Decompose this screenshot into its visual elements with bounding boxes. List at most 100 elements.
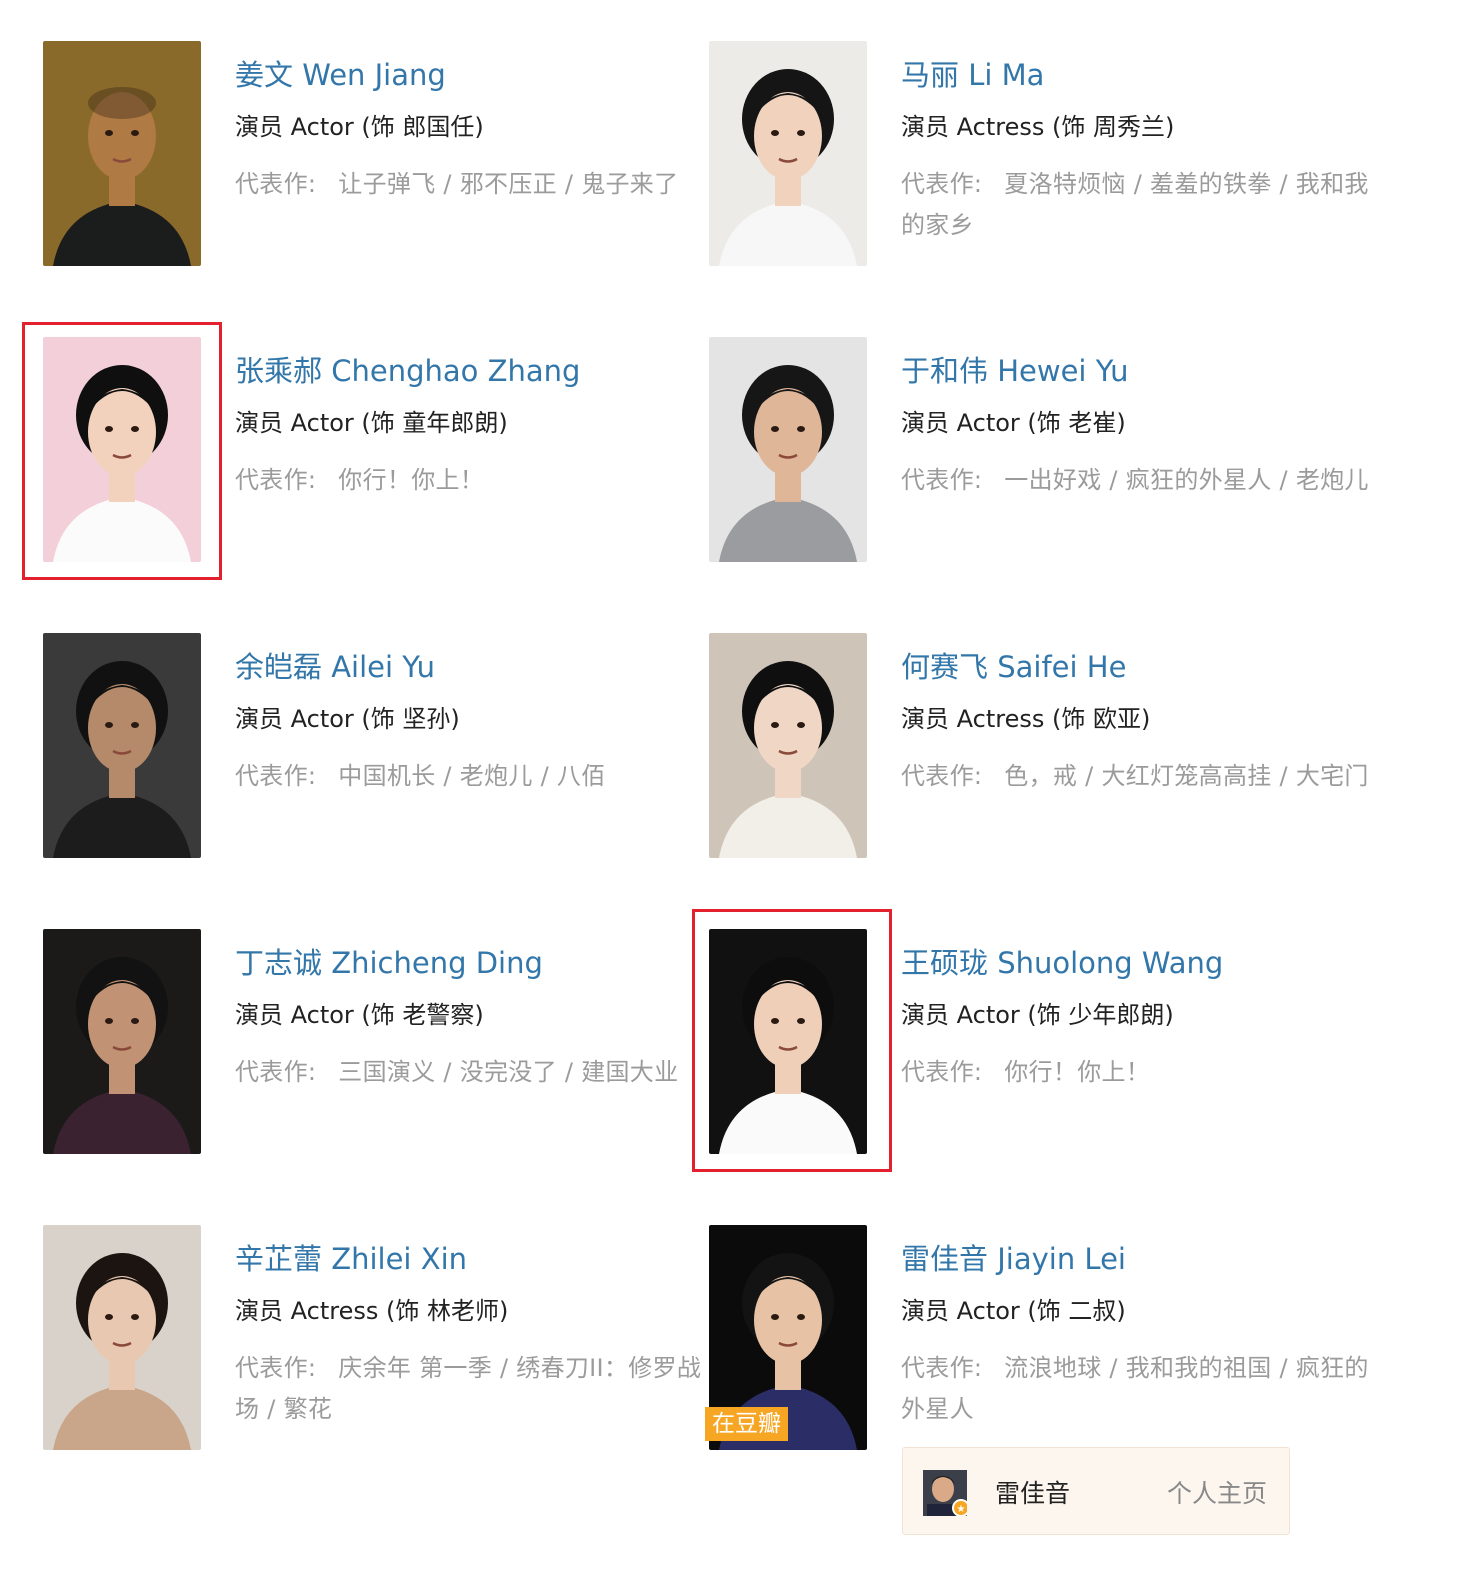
representative-works: 代表作: 中国机长 / 老炮儿 / 八佰 <box>235 756 713 797</box>
work-link[interactable]: 一出好戏 <box>1004 466 1101 494</box>
cast-card-hewei-yu: 于和伟 Hewei Yu 演员 Actor (饰 老崔) 代表作: 一出好戏 / 疯狂… <box>709 337 1369 567</box>
works-label: 代表作: <box>235 1354 317 1382</box>
cast-photo-zhilei-xin[interactable] <box>43 1225 201 1450</box>
cast-info: 何赛飞 Saifei He 演员 Actress (饰 欧亚) 代表作: 色，戒 / … <box>901 647 1379 797</box>
work-link[interactable]: 我和我的祖国 <box>1126 1354 1272 1382</box>
works-separator: / <box>1101 1354 1126 1382</box>
cast-info: 张乘郝 Chenghao Zhang 演员 Actor (饰 童年郎朗) 代表作: 你… <box>235 351 713 501</box>
work-link[interactable]: 羞羞的铁拳 <box>1150 170 1272 198</box>
work-link[interactable]: 邪不压正 <box>460 170 557 198</box>
work-link[interactable]: 疯狂的外星人 <box>1126 466 1272 494</box>
profile-page-link[interactable]: 个人主页 <box>1167 1474 1267 1510</box>
cast-photo-ailei-yu[interactable] <box>43 633 201 858</box>
works-label: 代表作: <box>235 1058 317 1086</box>
work-link[interactable]: 鬼子来了 <box>581 170 678 198</box>
cast-name-link[interactable]: 张乘郝 Chenghao Zhang <box>235 351 713 391</box>
cast-role: 演员 Actress (饰 欧亚) <box>901 705 1151 733</box>
works-label: 代表作: <box>235 170 317 198</box>
representative-works: 代表作: 庆余年 第一季 / 绣春刀II：修罗战场 / 繁花 <box>235 1348 713 1430</box>
cast-name-link[interactable]: 丁志诚 Zhicheng Ding <box>235 943 713 983</box>
svg-text:★: ★ <box>957 1504 966 1515</box>
works-label: 代表作: <box>901 466 983 494</box>
representative-works: 代表作: 你行！你上！ <box>235 460 713 501</box>
cast-name-link[interactable]: 王硕珑 Shuolong Wang <box>901 943 1379 983</box>
works-separator: / <box>1077 762 1102 790</box>
cast-name-link[interactable]: 于和伟 Hewei Yu <box>901 351 1379 391</box>
cast-name-link[interactable]: 姜文 Wen Jiang <box>235 55 713 95</box>
cast-name-link[interactable]: 何赛飞 Saifei He <box>901 647 1379 687</box>
cast-photo-zhicheng-ding[interactable] <box>43 929 201 1154</box>
work-link[interactable]: 老炮儿 <box>1296 466 1369 494</box>
works-separator: / <box>1271 170 1296 198</box>
works-separator: / <box>435 170 460 198</box>
cast-name-link[interactable]: 辛芷蕾 Zhilei Xin <box>235 1239 713 1279</box>
cast-card-zhilei-xin: 辛芷蕾 Zhilei Xin 演员 Actress (饰 林老师) 代表作: 庆余年 … <box>43 1225 703 1455</box>
cast-name-link[interactable]: 雷佳音 Jiayin Lei <box>901 1239 1379 1279</box>
cast-card-ailei-yu: 余皑磊 Ailei Yu 演员 Actor (饰 坚孙) 代表作: 中国机长 / 老炮… <box>43 633 703 863</box>
work-link[interactable]: 八佰 <box>557 762 606 790</box>
work-link[interactable]: 你行！你上！ <box>338 466 484 494</box>
highlight-box-shuolong-wang <box>692 909 892 1172</box>
representative-works: 代表作: 夏洛特烦恼 / 羞羞的铁拳 / 我和我的家乡 <box>901 164 1379 246</box>
cast-name-link[interactable]: 余皑磊 Ailei Yu <box>235 647 713 687</box>
cast-info: 余皑磊 Ailei Yu 演员 Actor (饰 坚孙) 代表作: 中国机长 / 老炮… <box>235 647 713 797</box>
work-link[interactable]: 色，戒 <box>1004 762 1077 790</box>
work-link[interactable]: 建国大业 <box>581 1058 678 1086</box>
works-label: 代表作: <box>901 1354 983 1382</box>
work-link[interactable]: 没完没了 <box>460 1058 557 1086</box>
works-separator: / <box>259 1395 284 1423</box>
cast-info: 姜文 Wen Jiang 演员 Actor (饰 郎国任) 代表作: 让子弹飞 / 邪… <box>235 55 713 205</box>
works-separator: / <box>1271 762 1296 790</box>
cast-card-saifei-he: 何赛飞 Saifei He 演员 Actress (饰 欧亚) 代表作: 色，戒 / … <box>709 633 1369 863</box>
work-link[interactable]: 三国演义 <box>338 1058 435 1086</box>
cast-info: 辛芷蕾 Zhilei Xin 演员 Actress (饰 林老师) 代表作: 庆余年 … <box>235 1239 713 1430</box>
works-label: 代表作: <box>901 762 983 790</box>
cast-role: 演员 Actress (饰 林老师) <box>235 1297 509 1325</box>
work-link[interactable]: 夏洛特烦恼 <box>1004 170 1126 198</box>
work-link[interactable]: 庆余年 第一季 <box>338 1354 492 1382</box>
popup-avatar[interactable]: ★ <box>923 1470 970 1517</box>
cast-role: 演员 Actor (饰 童年郎朗) <box>235 409 508 437</box>
representative-works: 代表作: 色，戒 / 大红灯笼高高挂 / 大宅门 <box>901 756 1379 797</box>
representative-works: 代表作: 一出好戏 / 疯狂的外星人 / 老炮儿 <box>901 460 1379 501</box>
works-label: 代表作: <box>235 762 317 790</box>
works-separator: / <box>532 762 557 790</box>
cast-photo-li-ma[interactable] <box>709 41 867 266</box>
cast-info: 于和伟 Hewei Yu 演员 Actor (饰 老崔) 代表作: 一出好戏 / 疯狂… <box>901 351 1379 501</box>
works-separator: / <box>1125 170 1151 198</box>
work-link[interactable]: 繁花 <box>284 1395 333 1423</box>
representative-works: 代表作: 让子弹飞 / 邪不压正 / 鬼子来了 <box>235 164 713 205</box>
cast-role: 演员 Actor (饰 少年郎朗) <box>901 1001 1174 1029</box>
cast-info: 王硕珑 Shuolong Wang 演员 Actor (饰 少年郎朗) 代表作: 你行… <box>901 943 1379 1093</box>
cast-name-link[interactable]: 马丽 Li Ma <box>901 55 1379 95</box>
cast-photo-wen-jiang[interactable] <box>43 41 201 266</box>
works-separator: / <box>1271 1354 1296 1382</box>
work-link[interactable]: 中国机长 <box>338 762 435 790</box>
highlight-box-chenghao-zhang <box>22 322 222 580</box>
cast-info: 马丽 Li Ma 演员 Actress (饰 周秀兰) 代表作: 夏洛特烦恼 / 羞羞… <box>901 55 1379 246</box>
work-link[interactable]: 让子弹飞 <box>338 170 435 198</box>
work-link[interactable]: 老炮儿 <box>460 762 533 790</box>
work-link[interactable]: 大红灯笼高高挂 <box>1101 762 1271 790</box>
works-separator: / <box>492 1354 517 1382</box>
work-link[interactable]: 你行！你上！ <box>1004 1058 1150 1086</box>
works-label: 代表作: <box>235 466 317 494</box>
cast-role: 演员 Actress (饰 周秀兰) <box>901 113 1175 141</box>
work-link[interactable]: 大宅门 <box>1296 762 1369 790</box>
cast-photo-hewei-yu[interactable] <box>709 337 867 562</box>
works-label: 代表作: <box>901 170 983 198</box>
cast-info: 丁志诚 Zhicheng Ding 演员 Actor (饰 老警察) 代表作: 三国演… <box>235 943 713 1093</box>
cast-role: 演员 Actor (饰 坚孙) <box>235 705 460 733</box>
cast-role: 演员 Actor (饰 老警察) <box>235 1001 484 1029</box>
cast-photo-saifei-he[interactable] <box>709 633 867 858</box>
cast-info: 雷佳音 Jiayin Lei 演员 Actor (饰 二叔) 代表作: 流浪地球 / … <box>901 1239 1379 1430</box>
representative-works: 代表作: 三国演义 / 没完没了 / 建国大业 <box>235 1052 713 1093</box>
works-label: 代表作: <box>901 1058 983 1086</box>
representative-works: 代表作: 流浪地球 / 我和我的祖国 / 疯狂的外星人 <box>901 1348 1379 1430</box>
works-separator: / <box>1271 466 1296 494</box>
popup-name: 雷佳音 <box>995 1479 1071 1508</box>
work-link[interactable]: 流浪地球 <box>1004 1354 1101 1382</box>
cast-card-li-ma: 马丽 Li Ma 演员 Actress (饰 周秀兰) 代表作: 夏洛特烦恼 / 羞羞… <box>709 41 1369 271</box>
works-separator: / <box>556 170 582 198</box>
douban-badge[interactable]: 在豆瓣 <box>705 1407 788 1441</box>
